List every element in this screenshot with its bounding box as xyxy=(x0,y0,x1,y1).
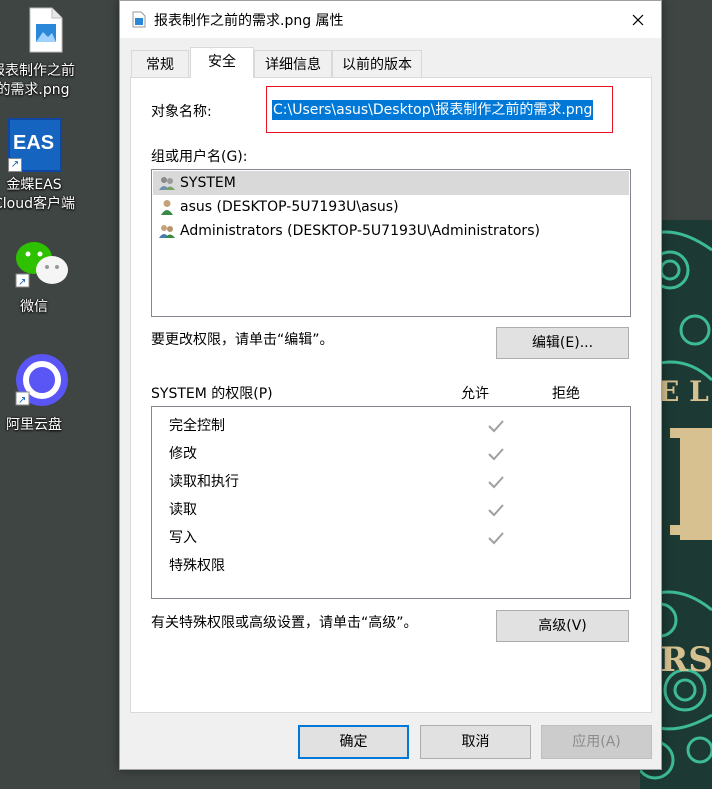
advanced-hint: 有关特殊权限或高级设置，请单击“高级”。 xyxy=(151,615,418,631)
permission-row: 读取 xyxy=(169,496,609,524)
groups-label: 组或用户名(G): xyxy=(151,149,248,165)
png-file-icon xyxy=(132,11,146,28)
properties-dialog: 报表制作之前的需求.png 属性 常规 安全 详细信息 以前的版本 对象名称: … xyxy=(119,0,662,770)
allow-check-icon xyxy=(488,504,504,517)
title-bar[interactable]: 报表制作之前的需求.png 属性 xyxy=(120,1,661,38)
permission-name: 读取和执行 xyxy=(169,474,239,490)
aliyun-drive-icon: ↗ xyxy=(15,354,68,406)
permission-name: 修改 xyxy=(169,446,197,462)
deny-header: 拒绝 xyxy=(552,386,580,402)
close-button[interactable] xyxy=(615,1,661,38)
group-users-icon xyxy=(159,225,175,238)
group-users-icon xyxy=(159,177,175,190)
tab-previous-versions[interactable]: 以前的版本 xyxy=(332,50,422,78)
desktop-aliyun-label: 阿里云盘 xyxy=(6,417,62,433)
allow-check-icon xyxy=(488,420,504,433)
svg-text:↗: ↗ xyxy=(18,395,26,406)
desktop-file-label: 报表制作之前 的需求.png xyxy=(0,63,75,98)
permissions-list[interactable]: 完全控制 修改 读取和执行 读取 写入 特殊权限 xyxy=(151,406,631,599)
desktop-eas-cloud[interactable]: EAS ↗ 金蝶EAS Cloud客户端 xyxy=(0,118,79,214)
allow-check-icon xyxy=(488,448,504,461)
tab-general[interactable]: 常规 xyxy=(131,50,189,78)
permission-row: 完全控制 xyxy=(169,412,609,440)
object-name-label: 对象名称: xyxy=(151,104,212,120)
desktop-wechat[interactable]: ↗ 微信 xyxy=(0,236,79,317)
svg-text:↗: ↗ xyxy=(18,277,26,288)
permission-name: 读取 xyxy=(169,502,197,518)
eas-app-icon: EAS ↗ xyxy=(8,118,62,172)
desktop-aliyun-drive[interactable]: ↗ 阿里云盘 xyxy=(0,352,79,435)
edit-button[interactable]: 编辑(E)... xyxy=(496,327,629,359)
desktop-file-png[interactable]: 报表制作之前 的需求.png xyxy=(0,6,78,100)
users-listbox[interactable]: SYSTEM asus (DESKTOP-5U7193U\asus) Admin… xyxy=(151,169,631,317)
cancel-button[interactable]: 取消 xyxy=(420,725,531,759)
user-icon xyxy=(161,200,173,215)
close-icon xyxy=(632,14,644,25)
permission-row: 特殊权限 xyxy=(169,552,609,580)
wechat-icon: ↗ xyxy=(15,242,68,288)
wallpaper-text-bottom: RS xyxy=(660,640,712,680)
desktop-eas-label: 金蝶EAS Cloud客户端 xyxy=(0,177,75,212)
desktop-wechat-label: 微信 xyxy=(20,299,48,315)
shortcut-arrow-icon: ↗ xyxy=(8,158,22,172)
user-name: SYSTEM xyxy=(180,175,236,191)
permission-row: 读取和执行 xyxy=(169,468,609,496)
wallpaper-text-top: E L xyxy=(658,375,709,408)
permission-row: 写入 xyxy=(169,524,609,552)
ok-button[interactable]: 确定 xyxy=(298,725,409,759)
tab-security[interactable]: 安全 xyxy=(190,47,254,78)
permission-name: 特殊权限 xyxy=(169,558,225,574)
tab-details[interactable]: 详细信息 xyxy=(254,50,332,78)
advanced-button[interactable]: 高级(V) xyxy=(496,610,629,642)
allow-check-icon xyxy=(488,476,504,489)
user-row-system[interactable]: SYSTEM xyxy=(153,171,629,195)
user-row-asus[interactable]: asus (DESKTOP-5U7193U\asus) xyxy=(153,195,629,219)
object-name-value[interactable]: C:\Users\asus\Desktop\报表制作之前的需求.png xyxy=(272,100,594,120)
allow-header: 允许 xyxy=(461,386,489,402)
dialog-title: 报表制作之前的需求.png 属性 xyxy=(154,13,344,29)
permission-name: 写入 xyxy=(169,530,197,546)
change-permissions-hint: 要更改权限，请单击“编辑”。 xyxy=(151,332,334,348)
user-row-administrators[interactable]: Administrators (DESKTOP-5U7193U\Administ… xyxy=(153,219,629,243)
permissions-label: SYSTEM 的权限(P) xyxy=(151,386,273,402)
user-name: Administrators (DESKTOP-5U7193U\Administ… xyxy=(180,223,540,239)
apply-button[interactable]: 应用(A) xyxy=(541,725,652,759)
permission-name: 完全控制 xyxy=(169,418,225,434)
allow-check-icon xyxy=(488,532,504,545)
permission-row: 修改 xyxy=(169,440,609,468)
png-file-icon xyxy=(29,7,62,53)
user-name: asus (DESKTOP-5U7193U\asus) xyxy=(180,199,399,215)
